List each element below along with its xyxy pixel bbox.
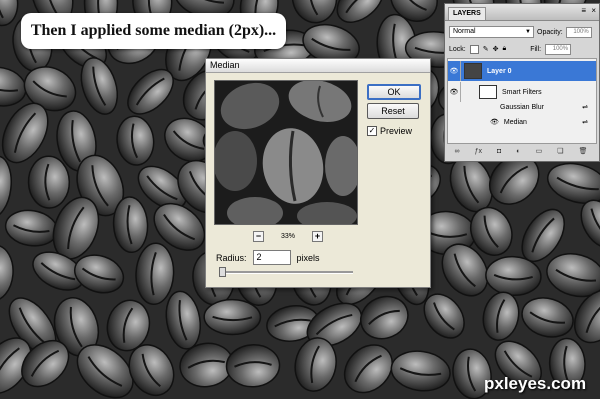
add-mask-icon[interactable]: ◘ xyxy=(497,148,501,155)
eye-icon[interactable]: 👁︎ xyxy=(448,61,461,81)
radius-input[interactable]: 2 xyxy=(252,250,291,265)
blend-mode-select[interactable]: Normal ▼ xyxy=(449,26,534,38)
preview-label: Preview xyxy=(380,126,413,136)
adjustment-layer-icon[interactable]: ◐ xyxy=(516,148,520,155)
dialog-title: Median xyxy=(210,60,240,70)
preview-checkbox[interactable]: ✓ xyxy=(367,126,377,136)
trash-icon[interactable]: 🗑︎ xyxy=(579,147,588,155)
filter-options-icon[interactable]: ⇌ xyxy=(582,103,588,111)
radius-slider-thumb[interactable] xyxy=(219,267,226,277)
reset-button[interactable]: Reset xyxy=(367,103,419,119)
smart-filter-mask-thumbnail xyxy=(479,85,497,99)
layer-name: Smart Filters xyxy=(502,88,542,96)
link-layers-icon[interactable]: ∞ xyxy=(455,148,460,155)
filter-options-icon[interactable]: ⇌ xyxy=(582,118,588,126)
filter-preview[interactable] xyxy=(214,80,358,225)
layer-thumbnail xyxy=(464,63,482,79)
layer-row-layer-0[interactable]: 👁︎ Layer 0 xyxy=(448,61,596,81)
lock-transparency-icon[interactable] xyxy=(469,44,479,54)
lock-row: Lock: ✎ ✥ 🔒︎ Fill: 100% xyxy=(449,43,595,55)
chevron-down-icon: ▼ xyxy=(525,29,531,35)
radius-row: Radius: 2 pixels xyxy=(216,250,320,265)
radius-label: Radius: xyxy=(216,252,247,263)
panel-menu-icon[interactable]: ≡ xyxy=(581,6,586,15)
tab-layers[interactable]: LAYERS xyxy=(448,7,486,20)
radius-unit: pixels xyxy=(296,252,320,263)
zoom-in-button[interactable]: + xyxy=(311,230,323,242)
zoom-out-button[interactable]: − xyxy=(253,230,264,242)
radius-slider-track[interactable] xyxy=(219,271,353,274)
ok-button[interactable]: OK xyxy=(367,84,421,100)
caption-bubble: Then I applied some median (2px)... xyxy=(21,13,286,49)
opacity-field[interactable]: 100% xyxy=(565,26,592,38)
layer-row-gaussian-blur[interactable]: Gaussian Blur ⇌ xyxy=(448,100,596,114)
eye-icon[interactable]: 👁︎ xyxy=(448,82,461,102)
new-layer-icon[interactable]: ❏ xyxy=(557,147,563,155)
eye-icon[interactable]: 👁︎ xyxy=(490,118,499,126)
median-dialog: Median − 33% + OK Reset ✓ Preview Radius… xyxy=(205,58,431,288)
caption-text: Then I applied some median (2px)... xyxy=(30,22,277,39)
blend-row: Normal ▼ Opacity: 100% xyxy=(449,26,595,38)
close-icon[interactable]: × xyxy=(591,6,596,15)
fill-label: Fill: xyxy=(530,45,542,53)
layer-name: Median xyxy=(503,118,527,126)
layers-panel-header: LAYERS ≡ × xyxy=(445,4,599,21)
zoom-controls: − 33% + xyxy=(253,230,323,242)
dialog-titlebar[interactable]: Median xyxy=(206,59,430,73)
layer-list: 👁︎ Layer 0 👁︎ Smart Filters Gaussian Blu… xyxy=(447,58,597,144)
layer-row-median[interactable]: 👁︎ Median ⇌ xyxy=(448,115,596,129)
opacity-label: Opacity: xyxy=(537,28,563,36)
fill-field[interactable]: 100% xyxy=(545,43,572,55)
layers-panel: LAYERS ≡ × Normal ▼ Opacity: 100% Lock: … xyxy=(444,3,600,162)
layer-name: Layer 0 xyxy=(487,67,512,75)
lock-brush-icon[interactable]: ✎ xyxy=(483,45,489,53)
preview-checkbox-row[interactable]: ✓ Preview xyxy=(367,126,412,136)
new-group-icon[interactable]: ▭ xyxy=(536,147,543,155)
layer-row-smart-filters[interactable]: 👁︎ Smart Filters xyxy=(448,82,596,102)
lock-move-icon[interactable]: ✥ xyxy=(493,45,499,53)
layer-style-icon[interactable]: ƒx xyxy=(475,148,482,155)
blend-mode-value: Normal xyxy=(453,28,476,35)
zoom-level: 33% xyxy=(280,232,295,240)
lock-all-icon[interactable]: 🔒︎ xyxy=(502,45,506,53)
lock-label: Lock: xyxy=(449,45,466,53)
layers-footer: ∞ ƒx ◘ ◐ ▭ ❏ 🗑︎ xyxy=(447,145,595,157)
watermark: pxleyes.com xyxy=(484,374,587,393)
preview-image xyxy=(215,81,357,224)
layer-name: Gaussian Blur xyxy=(500,103,544,111)
